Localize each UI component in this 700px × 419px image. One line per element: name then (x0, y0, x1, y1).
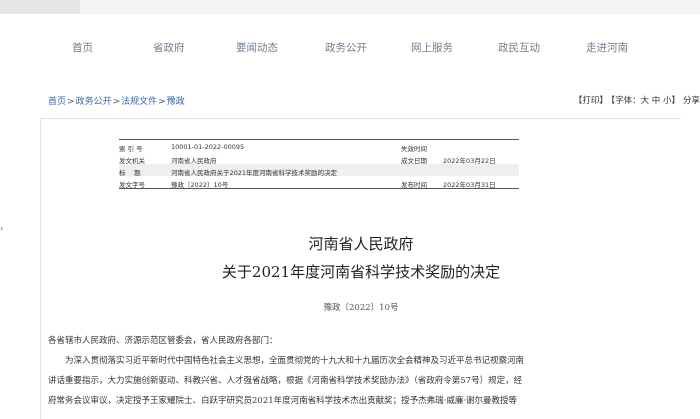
browser-top-strip (0, 0, 700, 14)
breadcrumb-separator: > (158, 97, 166, 107)
meta-value: 2022年03月31日 (443, 181, 496, 189)
breadcrumb-home[interactable]: 首页 (48, 97, 66, 107)
meta-row: 标 题 河南省人民政府关于2021年度河南省科学技术奖励的决定 (119, 164, 519, 177)
breadcrumb-separator: > (67, 97, 75, 107)
share-button[interactable]: 分享 (683, 96, 700, 106)
nav-item-interaction[interactable]: 政民互动 (498, 40, 540, 55)
nav-item-provincial-gov[interactable]: 省政府 (153, 40, 185, 55)
document-metadata-table: 索 引 号 10001-01-2022-00095 失效时间 发文机关 河南省人… (119, 139, 519, 189)
nav-item-home[interactable]: 首页 (72, 40, 93, 55)
meta-label: 发文字号 (119, 181, 145, 189)
body-line: 为深入贯彻落实习近平新时代中国特色社会主义思想，全面贯彻党的十九大和十九届历次全… (65, 356, 525, 366)
meta-row: 发文机关 河南省人民政府 成文日期 2022年03月22日 (119, 152, 519, 165)
main-nav: 首页 省政府 要闻动态 政务公开 网上服务 政民互动 走进河南 (0, 28, 700, 68)
nav-item-news[interactable]: 要闻动态 (236, 40, 278, 55)
nav-item-about-henan[interactable]: 走进河南 (586, 40, 628, 55)
breadcrumb-regulations[interactable]: 法规文件 (121, 97, 157, 107)
salutation: 各省辖市人民政府、济源示范区管委会，省人民政府各部门： (48, 336, 278, 346)
meta-row: 索 引 号 10001-01-2022-00095 失效时间 (119, 140, 519, 153)
document-title-line1: 河南省人民政府 (308, 235, 414, 253)
breadcrumb-separator: > (112, 97, 121, 107)
breadcrumb: 首页>政务公开>法规文件>豫政 (48, 94, 185, 107)
top-strip-block (0, 0, 80, 14)
body-line: 讲话重要指示，大力实施创新驱动、科教兴省、人才强省战略，根据《河南省科学技术奖励… (48, 376, 523, 386)
collapse-arrow-icon[interactable]: › (0, 224, 3, 233)
nav-item-online-services[interactable]: 网上服务 (411, 40, 453, 55)
document-title-line2: 关于2021年度河南省科学技术奖励的决定 (221, 263, 501, 281)
meta-value: 10001-01-2022-00095 (171, 143, 245, 151)
meta-row: 发文字号 豫政〔2022〕10号 发布时间 2022年03月31日 (119, 176, 519, 189)
document-number: 豫政〔2022〕10号 (323, 303, 399, 313)
breadcrumb-gov-affairs[interactable]: 政务公开 (76, 97, 112, 107)
meta-value: 豫政〔2022〕10号 (171, 181, 229, 189)
body-line: 府常务会议审议，决定授予王家耀院士、白跃宇研究员2021年度河南省科学技术杰出贡… (48, 396, 518, 406)
meta-label: 发布时间 (401, 181, 427, 189)
font-size-control[interactable]: 【字体：大 中 小】 (611, 96, 680, 106)
breadcrumb-yuzheng[interactable]: 豫政 (167, 97, 185, 107)
nav-item-gov-affairs[interactable]: 政务公开 (325, 40, 367, 55)
page-tools: 【打印】 【字体：大 中 小】 分享 (571, 94, 700, 106)
print-button[interactable]: 【打印】 (574, 96, 608, 106)
